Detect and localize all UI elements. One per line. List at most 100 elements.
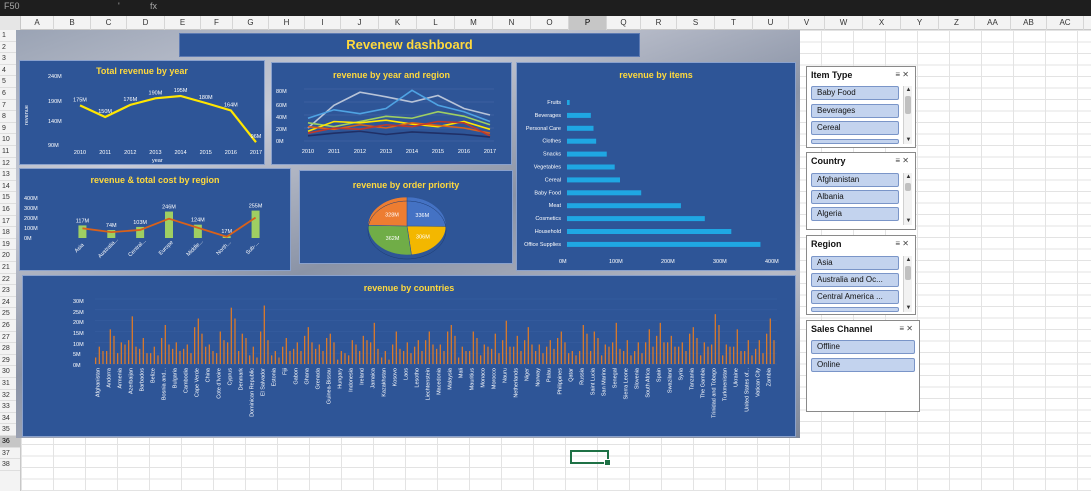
category-label: Dominican Republic	[250, 368, 256, 417]
column-header-e[interactable]: E	[165, 16, 201, 30]
chart-total-revenue-by-year[interactable]: Total revenue by year revenue 240M 190M …	[19, 60, 265, 165]
bar	[722, 355, 724, 364]
column-header-h[interactable]: H	[269, 16, 305, 30]
bar	[406, 342, 408, 364]
y-tick: 200M	[24, 216, 38, 222]
column-header-ab[interactable]: AB	[1011, 16, 1047, 30]
select-all-corner[interactable]	[0, 16, 21, 30]
column-header-r[interactable]: R	[641, 16, 677, 30]
x-tick: 2014	[406, 149, 418, 155]
active-cell[interactable]	[570, 450, 611, 466]
slicer-scrollbar[interactable]: ▲ ▼	[903, 173, 912, 225]
data-label: 150M	[98, 109, 112, 115]
slicer-item-type[interactable]: Item Type ≡ ✕ Baby Food Beverages Cereal…	[806, 66, 916, 148]
slicer-header: Item Type	[811, 70, 853, 80]
column-header-ac[interactable]: AC	[1047, 16, 1084, 30]
data-label: 117M	[76, 218, 90, 224]
bar	[421, 351, 423, 364]
column-header-j[interactable]: J	[341, 16, 379, 30]
scroll-up-icon[interactable]: ▲	[904, 173, 913, 181]
multi-select-icon[interactable]: ≡ ✕	[895, 156, 909, 165]
slicer-item[interactable]: Afghanistan	[811, 173, 899, 187]
column-header-c[interactable]: C	[91, 16, 127, 30]
slicer-item[interactable]: Albania	[811, 190, 899, 204]
scroll-up-icon[interactable]: ▲	[904, 86, 913, 94]
column-header-y[interactable]: Y	[901, 16, 939, 30]
row-header-38[interactable]: 38	[0, 459, 20, 471]
column-header-p[interactable]: P	[569, 16, 607, 30]
slicer-scrollbar[interactable]: ▲ ▼	[903, 86, 912, 144]
category-label: Bulgaria	[173, 367, 179, 388]
slicer-sales-channel[interactable]: Sales Channel ≡ ✕ Offline Online	[806, 320, 920, 412]
slicer-item[interactable]: Australia and Oc...	[811, 273, 899, 287]
bar	[348, 355, 350, 364]
bar	[714, 314, 716, 364]
fx-button[interactable]: fx	[150, 0, 157, 16]
y-tick: 240M	[48, 74, 62, 80]
bar	[619, 348, 621, 364]
scroll-down-icon[interactable]: ▼	[904, 304, 913, 312]
slicer-country[interactable]: Country ≡ ✕ Afghanistan Albania Algeria …	[806, 152, 916, 230]
chart-revenue-by-items[interactable]: revenue by items 0M 100M 200M 300M 400M …	[516, 62, 796, 271]
multi-select-icon[interactable]: ≡ ✕	[899, 324, 913, 333]
scroll-thumb[interactable]	[905, 266, 911, 280]
column-header-o[interactable]: O	[531, 16, 569, 30]
slicer-item[interactable]: Offline	[811, 340, 915, 354]
column-header-m[interactable]: M	[455, 16, 493, 30]
row-header-37[interactable]: 37	[0, 448, 20, 460]
column-header-v[interactable]: V	[789, 16, 825, 30]
column-header-t[interactable]: T	[715, 16, 753, 30]
column-header-w[interactable]: W	[825, 16, 863, 30]
column-header-u[interactable]: U	[753, 16, 789, 30]
chart-revenue-cost-by-region[interactable]: revenue & total cost by region 400M 300M…	[19, 168, 291, 271]
bar	[670, 335, 672, 364]
column-header-z[interactable]: Z	[939, 16, 975, 30]
data-label: 124M	[191, 218, 205, 224]
column-header-a[interactable]: A	[21, 16, 54, 30]
column-header-l[interactable]: L	[417, 16, 455, 30]
slicer-item[interactable]: Asia	[811, 256, 899, 270]
scroll-down-icon[interactable]: ▼	[904, 136, 913, 144]
column-header-x[interactable]: X	[863, 16, 901, 30]
chart-revenue-by-year-and-region[interactable]: revenue by year and region 80M 60M 40M 2…	[271, 62, 512, 165]
slicer-region[interactable]: Region ≡ ✕ Asia Australia and Oc... Cent…	[806, 235, 916, 315]
column-header-aa[interactable]: AA	[975, 16, 1011, 30]
scroll-thumb[interactable]	[905, 183, 911, 191]
slicer-item[interactable]: Online	[811, 358, 915, 372]
data-label: 175M	[73, 97, 87, 103]
multi-select-icon[interactable]: ≡ ✕	[895, 70, 909, 79]
column-header-i[interactable]: I	[305, 16, 341, 30]
multi-select-icon[interactable]: ≡ ✕	[895, 239, 909, 248]
bar	[399, 348, 401, 364]
category-label: North...	[216, 239, 233, 256]
column-header-d[interactable]: D	[127, 16, 165, 30]
bar	[78, 225, 87, 238]
column-header-k[interactable]: K	[379, 16, 417, 30]
column-header-q[interactable]: Q	[607, 16, 641, 30]
name-box[interactable]: F50	[4, 0, 20, 16]
slicer-item[interactable]: Central America ...	[811, 290, 899, 304]
category-label: Kazakhstan	[382, 368, 388, 397]
bar	[571, 351, 573, 364]
scroll-down-icon[interactable]: ▼	[904, 217, 913, 225]
column-header-b[interactable]: B	[54, 16, 91, 30]
bar	[567, 177, 620, 183]
slicer-item[interactable]: Cereal	[811, 121, 899, 135]
scroll-up-icon[interactable]: ▲	[904, 256, 913, 264]
scroll-thumb[interactable]	[905, 96, 911, 114]
chart-revenue-by-order-priority[interactable]: revenue by order priority 336M 306M 362M 32…	[299, 170, 513, 264]
chart-revenue-by-countries[interactable]: revenue by countries 30M 25M 20M 15M 10M…	[22, 275, 796, 437]
column-header-g[interactable]: G	[233, 16, 269, 30]
bar	[567, 125, 594, 131]
column-header-f[interactable]: F	[201, 16, 233, 30]
slicer-scrollbar[interactable]: ▲ ▼	[903, 256, 912, 312]
category-label: Australia...	[97, 237, 120, 260]
column-header-n[interactable]: N	[493, 16, 531, 30]
bar	[351, 340, 353, 364]
column-header-s[interactable]: S	[677, 16, 715, 30]
slicer-item[interactable]: Beverages	[811, 104, 899, 118]
slicer-item[interactable]: Clothes	[811, 139, 899, 144]
slicer-item[interactable]: Europe	[811, 307, 899, 312]
slicer-item[interactable]: Baby Food	[811, 86, 899, 100]
slicer-item[interactable]: Algeria	[811, 207, 899, 221]
